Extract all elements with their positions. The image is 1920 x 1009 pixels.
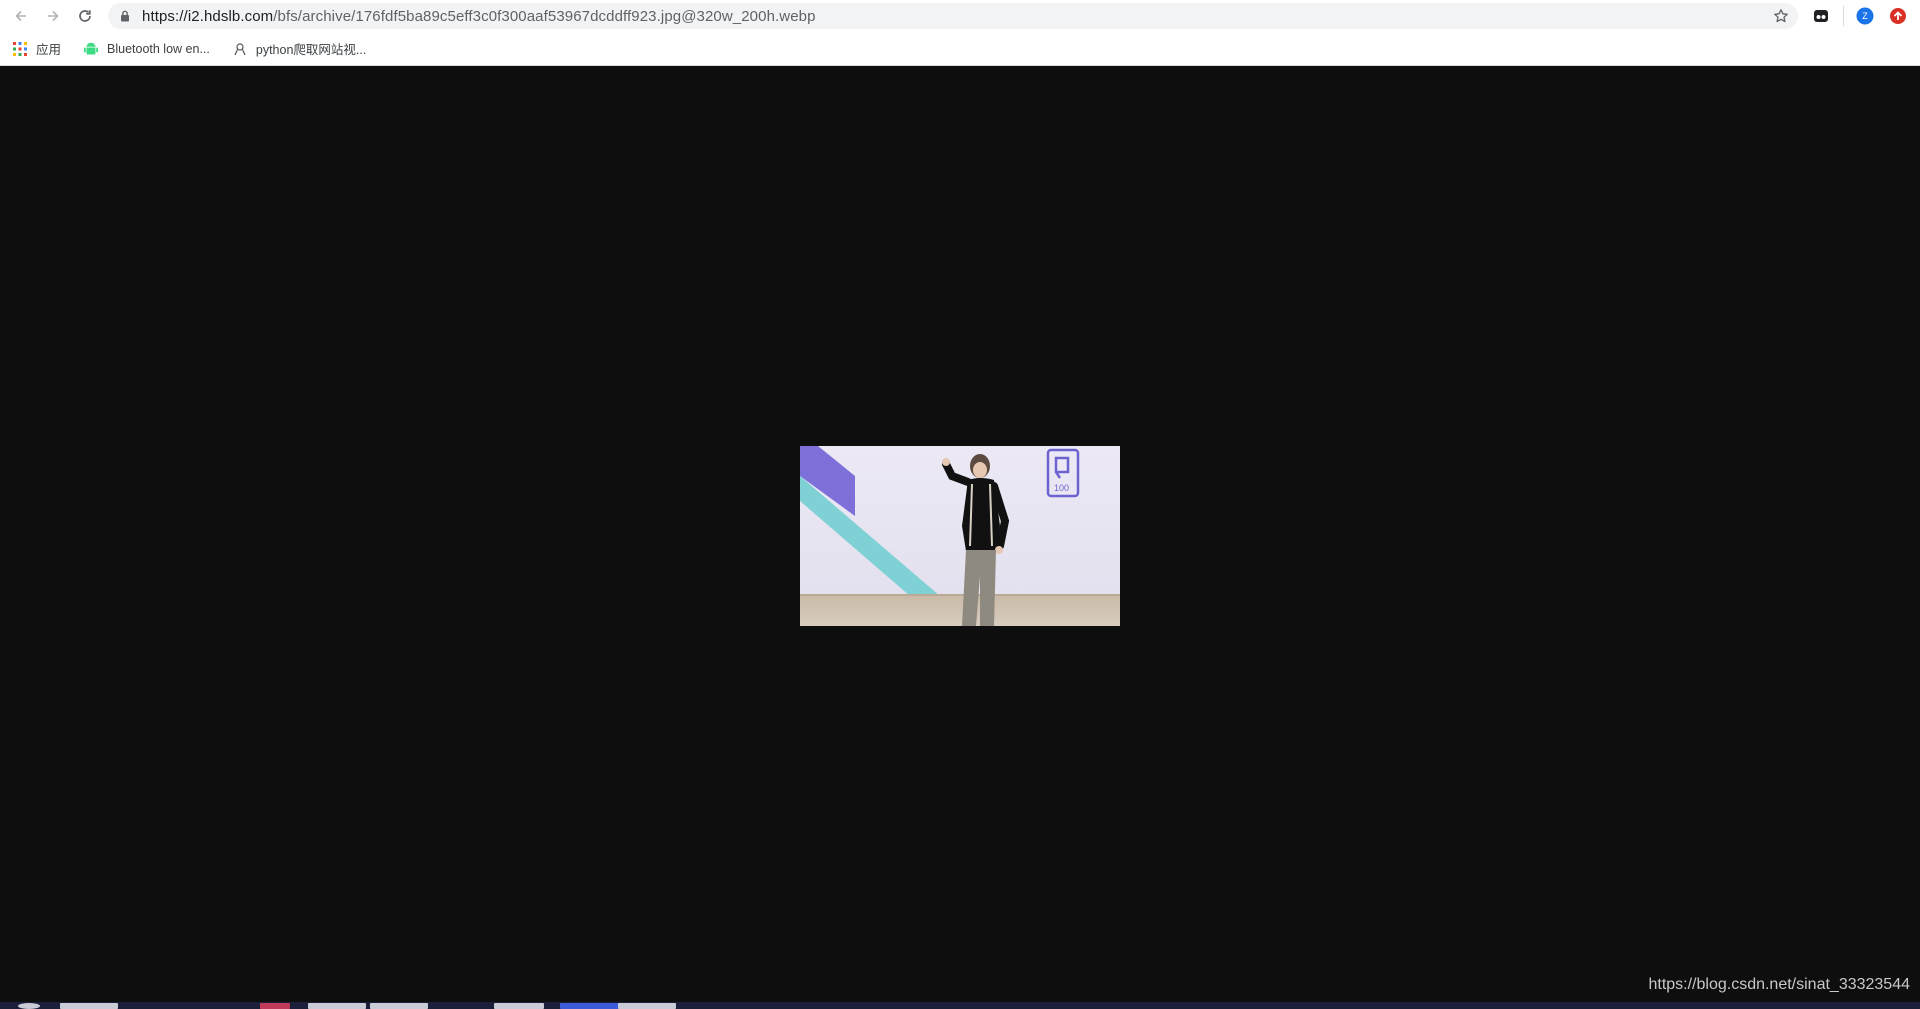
url-path: /bfs/archive/176fdf5ba89c5eff3c0f300aaf5… (273, 7, 816, 25)
url-text: https://i2.hdslb.com/bfs/archive/176fdf5… (142, 8, 816, 25)
toolbar-divider (1843, 6, 1844, 26)
dancer-photo: 100 (800, 446, 1120, 626)
url-host: https://i2.hdslb.com (142, 7, 274, 25)
reload-icon (79, 10, 91, 22)
taskbar-item[interactable] (260, 1003, 290, 1009)
taskbar-item[interactable] (560, 1003, 620, 1009)
update-arrow-icon (1890, 8, 1906, 24)
taskbar-item[interactable] (370, 1003, 428, 1009)
bookmarks-bar: 应用 Bluetooth low en... python爬取网站视... (0, 32, 1920, 66)
android-icon (83, 41, 99, 57)
lock-icon (118, 9, 132, 23)
back-button[interactable] (8, 3, 34, 29)
reload-button[interactable] (72, 3, 98, 29)
taskbar-item[interactable] (60, 1003, 118, 1009)
page-icon (232, 41, 248, 57)
profile-avatar[interactable]: Z (1855, 6, 1875, 26)
bookmark-python[interactable]: python爬取网站视... (232, 39, 366, 58)
taskbar-item[interactable] (494, 1003, 544, 1009)
bookmark-bluetooth[interactable]: Bluetooth low en... (83, 41, 210, 57)
image-viewer: 100 https://blog.csdn.net/sinat_33323544 (0, 67, 1920, 1002)
taskbar (0, 1002, 1920, 1009)
logo-text: 100 (1054, 483, 1069, 493)
arrow-right-icon (48, 10, 59, 22)
taskbar-item[interactable] (618, 1003, 676, 1009)
bookmark-label: 应用 (36, 43, 62, 57)
profile-initial: Z (1862, 11, 1868, 21)
start-button[interactable] (18, 1003, 40, 1009)
bookmark-label: Bluetooth low en... (107, 41, 210, 56)
arrow-left-icon (15, 10, 26, 22)
bookmark-label: python爬取网站视... (255, 43, 367, 57)
displayed-image[interactable]: 100 (800, 446, 1120, 626)
apps-grid-icon (12, 41, 28, 57)
address-bar[interactable]: https://i2.hdslb.com/bfs/archive/176fdf5… (108, 3, 1798, 29)
bookmark-apps[interactable]: 应用 (12, 39, 61, 58)
watermark-text: https://blog.csdn.net/sinat_33323544 (1648, 976, 1910, 993)
bookmark-star-icon[interactable] (1772, 7, 1790, 25)
incognito-extension-icon (1814, 10, 1828, 22)
update-button[interactable] (1888, 6, 1908, 26)
taskbar-item[interactable] (308, 1003, 366, 1009)
browser-toolbar: https://i2.hdslb.com/bfs/archive/176fdf5… (0, 0, 1920, 32)
forward-button[interactable] (40, 3, 66, 29)
extension-button[interactable] (1811, 6, 1831, 26)
